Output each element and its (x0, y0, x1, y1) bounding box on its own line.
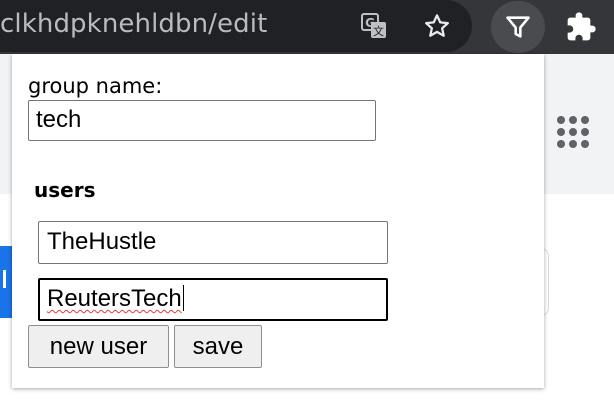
address-bar[interactable]: clkhdpknehldbn/edit (0, 0, 472, 52)
translate-icon[interactable]: G 文 (358, 10, 390, 42)
save-button[interactable]: save (174, 325, 262, 368)
star-icon[interactable] (421, 10, 453, 42)
user-input-value: ReutersTech (47, 285, 182, 312)
users-heading: users (34, 178, 96, 202)
filter-icon[interactable] (491, 1, 545, 53)
apps-grid-icon[interactable] (553, 112, 593, 152)
svg-text:文: 文 (373, 24, 384, 38)
user-input-value: TheHustle (47, 228, 157, 255)
text-caret (182, 285, 184, 311)
user-input[interactable]: TheHustle (38, 221, 388, 264)
url-text[interactable]: clkhdpknehldbn/edit (0, 9, 267, 39)
puzzle-icon[interactable] (562, 8, 600, 46)
group-name-label: group name: (28, 74, 163, 98)
new-user-button[interactable]: new user (28, 325, 169, 368)
group-name-input[interactable]: tech (28, 100, 376, 141)
browser-toolbar: clkhdpknehldbn/edit G 文 (0, 0, 614, 54)
extension-popup: group name: tech users TheHustle Reuters… (12, 54, 544, 388)
user-input-focused[interactable]: ReutersTech (38, 278, 388, 321)
page-blue-button-mark (3, 270, 6, 288)
page-blue-button-edge[interactable] (0, 246, 12, 318)
